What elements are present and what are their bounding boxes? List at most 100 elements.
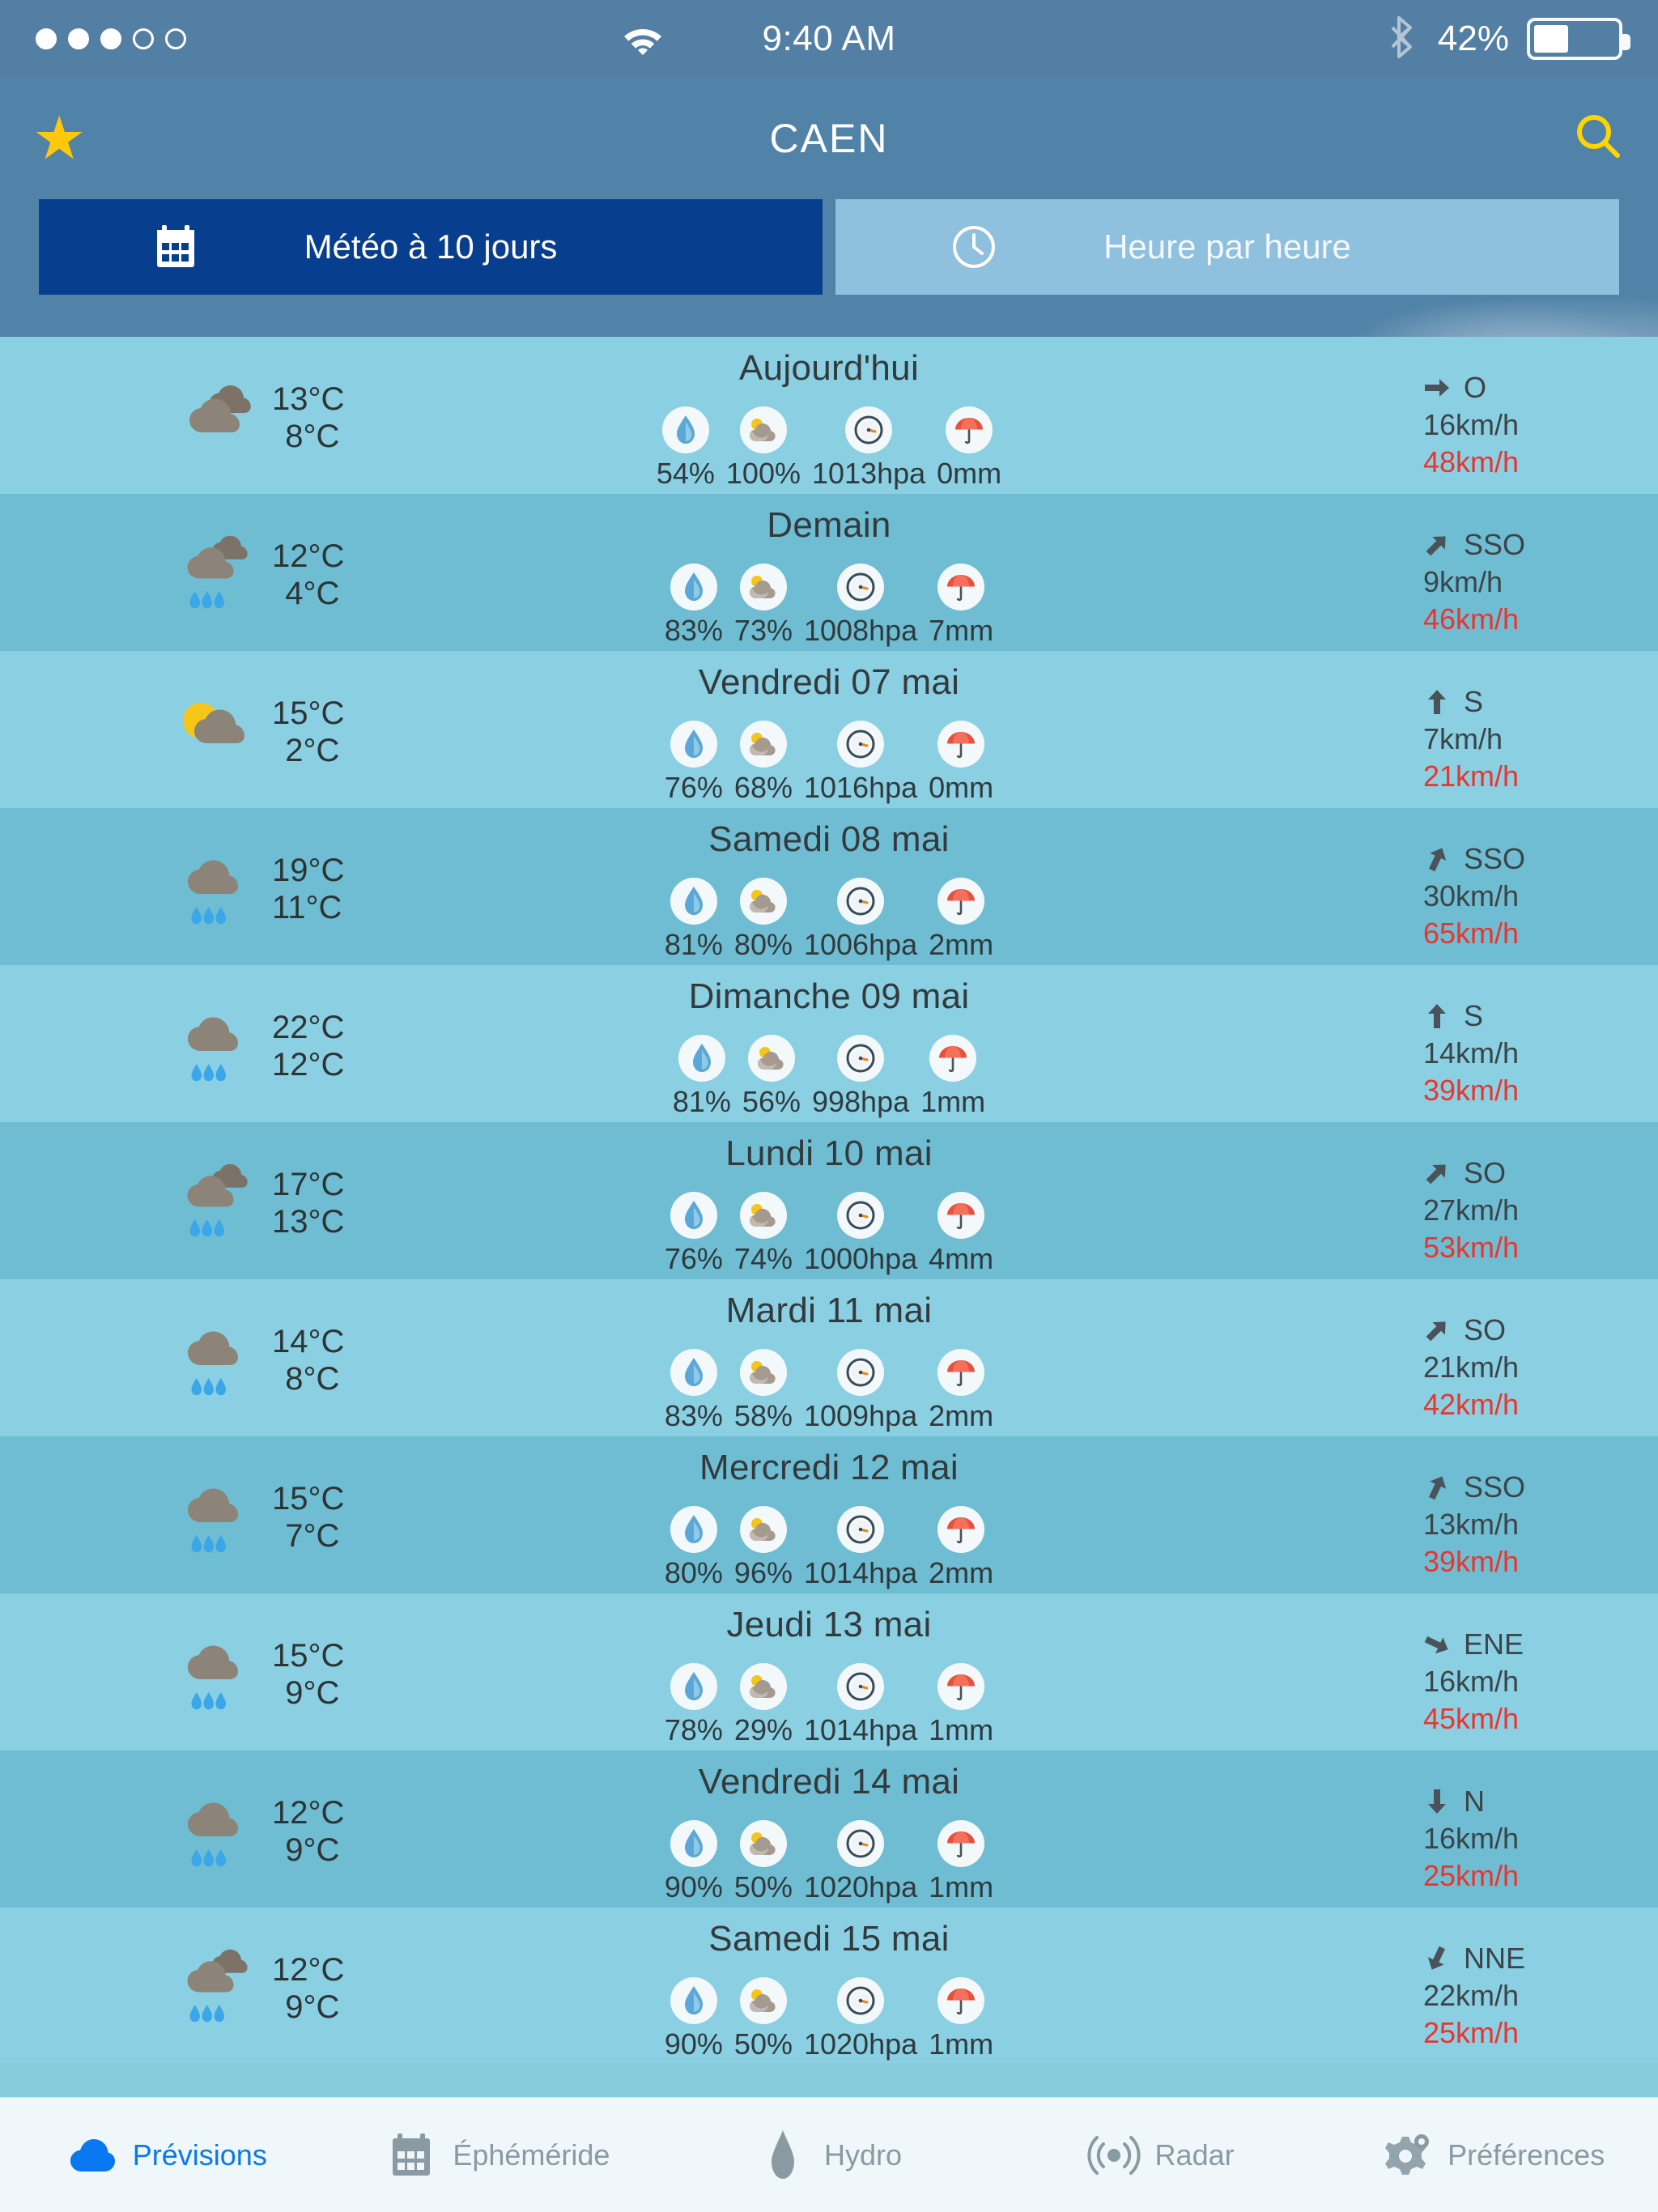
metric-value: 54% — [656, 457, 715, 490]
metric-value: 83% — [664, 614, 723, 647]
metric-value: 80% — [733, 928, 793, 961]
water-drop-icon — [756, 2129, 810, 2182]
metric-value: 4mm — [929, 1242, 994, 1275]
metric-value: 73% — [733, 614, 793, 647]
wind-block: SSO 13km/h 39km/h — [1423, 1469, 1626, 1580]
precipitation-metric: 0mm — [929, 721, 993, 805]
forecast-row[interactable]: Demain 12°C 4°C 83% 73% 1008hpa 7mm SSO … — [0, 494, 1658, 651]
umbrella-icon — [937, 1506, 985, 1553]
metrics-group: 81% 56% 998hpa 1mm — [0, 1035, 1658, 1119]
tab-pr-f-rences[interactable]: Préférences — [1326, 2129, 1658, 2182]
wind-gust: 25km/h — [1423, 1859, 1520, 1893]
wind-speed: 30km/h — [1423, 879, 1520, 912]
metric-value: 1020hpa — [803, 2027, 918, 2061]
cloud-cover-metric: 74% — [734, 1192, 793, 1276]
wind-block: SO 27km/h 53km/h — [1423, 1155, 1626, 1266]
wind-direction-line: ENE — [1423, 1626, 1626, 1663]
tab-label: Éphéméride — [453, 2138, 610, 2172]
metric-value: 76% — [664, 1242, 723, 1275]
humidity-drop-icon — [670, 1506, 717, 1553]
forecast-row[interactable]: Vendredi 07 mai 15°C 2°C 76% 68% 1016hpa… — [0, 651, 1658, 808]
forecast-row[interactable]: Vendredi 14 mai 12°C 9°C 90% 50% 1020hpa… — [0, 1750, 1658, 1908]
wind-direction: S — [1464, 685, 1484, 718]
tab-meteo-10-jours[interactable]: Météo à 10 jours — [39, 199, 823, 295]
metric-value: 2mm — [929, 928, 994, 961]
cloud-icon — [65, 2129, 118, 2182]
umbrella-icon — [937, 1977, 985, 2024]
status-bar: 9:40 AM 42% — [0, 0, 1658, 78]
cloud-cover-icon — [747, 1035, 795, 1082]
wind-gust: 46km/h — [1423, 602, 1520, 636]
tab-radar[interactable]: Radar — [995, 2129, 1327, 2182]
wind-direction: SSO — [1464, 528, 1526, 561]
humidity-metric: 76% — [665, 721, 723, 805]
cloud-cover-metric: 50% — [734, 1977, 793, 2061]
arrow-up-right-slight-icon — [1423, 845, 1451, 873]
metric-value: 90% — [664, 2027, 723, 2061]
wind-speed: 9km/h — [1423, 565, 1503, 598]
forecast-row[interactable]: Lundi 10 mai 17°C 13°C 76% 74% 1000hpa 4… — [0, 1122, 1658, 1279]
wind-speed: 14km/h — [1423, 1036, 1520, 1070]
calendar-icon — [385, 2129, 438, 2182]
humidity-drop-icon — [670, 1192, 717, 1239]
tab-hydro[interactable]: Hydro — [663, 2129, 995, 2182]
humidity-metric: 83% — [665, 1349, 723, 1433]
segmented-control-container: Météo à 10 jours Heure par heure — [0, 199, 1658, 337]
segmented-control: Météo à 10 jours Heure par heure — [39, 199, 1619, 295]
tab-ph-m-ride[interactable]: Éphéméride — [332, 2129, 664, 2182]
precipitation-metric: 2mm — [929, 878, 993, 962]
metric-value: 29% — [733, 1713, 793, 1746]
metrics-group: 81% 80% 1006hpa 2mm — [0, 878, 1658, 962]
metric-value: 76% — [664, 771, 723, 804]
wind-direction: SO — [1464, 1313, 1507, 1346]
forecast-row[interactable]: Mercredi 12 mai 15°C 7°C 80% 96% 1014hpa… — [0, 1436, 1658, 1593]
forecast-row[interactable]: Dimanche 09 mai 22°C 12°C 81% 56% 998hpa… — [0, 965, 1658, 1122]
tab-heure-par-heure[interactable]: Heure par heure — [835, 199, 1619, 295]
cloud-cover-icon — [739, 564, 787, 610]
pressure-metric: 1006hpa — [804, 878, 917, 962]
wind-direction-line: NNE — [1423, 1940, 1626, 1977]
forecast-row[interactable]: Jeudi 13 mai 15°C 9°C 78% 29% 1014hpa 1m… — [0, 1593, 1658, 1750]
tab-pr-visions[interactable]: Prévisions — [0, 2129, 332, 2182]
metrics-group: 90% 50% 1020hpa 1mm — [0, 1820, 1658, 1904]
favorite-star-icon[interactable]: ★ — [32, 108, 86, 168]
cloud-cover-metric: 56% — [742, 1035, 801, 1119]
wind-gust: 48km/h — [1423, 445, 1520, 479]
metric-value: 96% — [733, 1556, 793, 1589]
metric-value: 58% — [733, 1399, 793, 1432]
tab-label: Radar — [1154, 2138, 1235, 2172]
cloud-cover-icon — [739, 1820, 787, 1867]
wind-direction-line: SO — [1423, 1312, 1626, 1349]
metric-value: 1008hpa — [803, 614, 918, 647]
search-icon[interactable] — [1571, 109, 1626, 168]
forecast-row[interactable]: Samedi 15 mai 12°C 9°C 90% 50% 1020hpa 1… — [0, 1908, 1658, 2063]
wind-speed: 16km/h — [1423, 1822, 1520, 1855]
tab-label: Prévisions — [132, 2138, 267, 2172]
cloud-cover-metric: 96% — [734, 1506, 793, 1590]
metric-value: 90% — [664, 1870, 723, 1904]
wind-block: SO 21km/h 42km/h — [1423, 1312, 1626, 1423]
metric-value: 1009hpa — [803, 1399, 918, 1432]
wind-direction: S — [1464, 999, 1484, 1032]
arrow-down-icon — [1423, 1788, 1451, 1815]
umbrella-icon — [937, 564, 985, 610]
forecast-row[interactable]: Aujourd'hui 13°C 8°C 54% 100% 1013hpa 0m… — [0, 337, 1658, 494]
wind-direction-line: SSO — [1423, 1469, 1626, 1506]
pressure-metric: 998hpa — [812, 1035, 909, 1119]
pressure-gauge-icon — [837, 1977, 885, 2024]
forecast-row[interactable]: Samedi 08 mai 19°C 11°C 81% 80% 1006hpa … — [0, 808, 1658, 965]
forecast-row[interactable]: Mardi 11 mai 14°C 8°C 83% 58% 1009hpa 2m… — [0, 1279, 1658, 1436]
forecast-list[interactable]: Aujourd'hui 13°C 8°C 54% 100% 1013hpa 0m… — [0, 337, 1658, 2063]
page-title: CAEN — [769, 116, 889, 161]
cloud-cover-metric: 80% — [734, 878, 793, 962]
humidity-metric: 81% — [665, 878, 723, 962]
arrow-down-right-icon — [1423, 1631, 1451, 1658]
precipitation-metric: 1mm — [929, 1820, 993, 1904]
metric-value: 78% — [664, 1713, 723, 1746]
umbrella-icon — [937, 1663, 985, 1710]
pressure-gauge-icon — [837, 721, 885, 768]
metric-value: 2mm — [929, 1399, 994, 1432]
metric-value: 100% — [725, 457, 801, 490]
pressure-metric: 1008hpa — [804, 564, 917, 648]
metric-value: 0mm — [929, 771, 994, 804]
